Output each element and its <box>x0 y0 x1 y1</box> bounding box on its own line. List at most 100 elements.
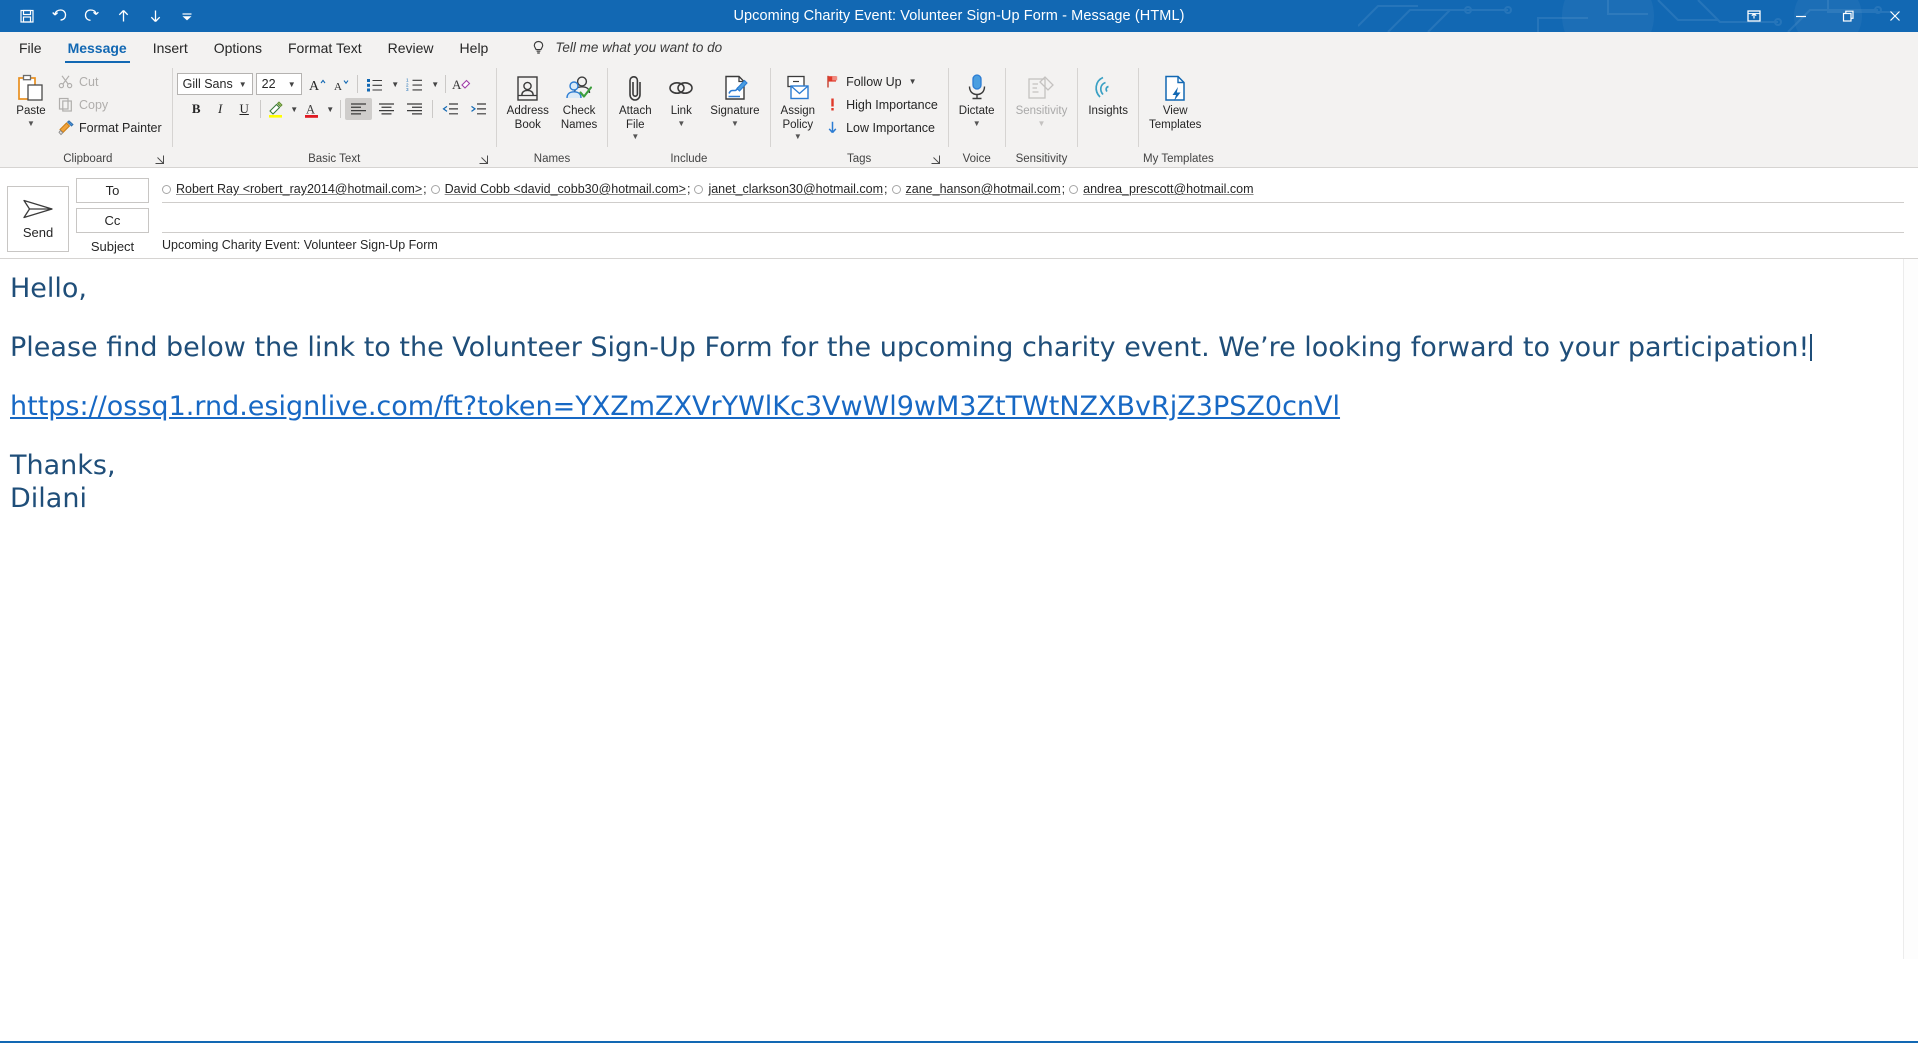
recipient-chip[interactable]: janet_clarkson30@hotmail.com; <box>694 182 891 196</box>
tab-insert[interactable]: Insert <box>140 32 201 63</box>
tell-me-search[interactable]: Tell me what you want to do <box>531 32 722 63</box>
increase-indent-button[interactable] <box>465 98 492 120</box>
link-dropdown-caret[interactable]: ▼ <box>677 119 685 127</box>
grow-font-button[interactable]: A <box>306 73 329 95</box>
svg-text:A: A <box>452 77 462 92</box>
ribbon-group-include: Attach File ▼ Link ▼ Signature ▼ Include <box>608 63 769 167</box>
recipient-separator: ; <box>884 182 888 196</box>
cc-button[interactable]: Cc <box>76 208 149 233</box>
tab-help-label: Help <box>459 39 489 56</box>
message-body[interactable]: Hello, Please find below the link to the… <box>0 259 1918 959</box>
svg-text:A: A <box>334 81 342 93</box>
presence-indicator-icon <box>891 184 901 194</box>
recipient-chip[interactable]: zane_hanson@hotmail.com; <box>891 182 1070 196</box>
signature-dropdown-caret[interactable]: ▼ <box>731 119 739 127</box>
insights-button[interactable]: Insights <box>1082 67 1134 121</box>
high-importance-button[interactable]: High Importance <box>821 94 944 115</box>
minimize-icon[interactable] <box>1777 0 1824 32</box>
tab-options[interactable]: Options <box>201 32 275 63</box>
restore-icon[interactable] <box>1824 0 1871 32</box>
sensitivity-button[interactable]: Sensitivity ▼ <box>1010 67 1074 129</box>
paste-dropdown-caret[interactable]: ▼ <box>27 119 35 127</box>
close-icon[interactable] <box>1871 0 1918 32</box>
font-size-input[interactable]: 22 ▼ <box>255 73 302 95</box>
ribbon-display-options-icon[interactable] <box>1730 0 1777 32</box>
tab-help[interactable]: Help <box>447 32 502 63</box>
assign-policy-label: Assign Policy <box>780 105 816 131</box>
numbering-button[interactable]: 1 2 3 <box>402 73 429 95</box>
signup-form-link[interactable]: https://ossq1.rnd.esignlive.com/ft?token… <box>10 391 1340 422</box>
sensitivity-dropdown-caret[interactable]: ▼ <box>1038 119 1046 127</box>
body-scrollbar[interactable] <box>1903 259 1918 959</box>
ribbon-group-names: Address Book Check Names Names <box>497 63 608 167</box>
font-name-dropdown-caret[interactable]: ▼ <box>236 80 250 89</box>
decrease-indent-button[interactable] <box>437 98 464 120</box>
numbering-dropdown-caret[interactable]: ▼ <box>430 80 441 89</box>
recipient-name: David Cobb <david_cobb30@hotmail.com> <box>444 182 686 196</box>
send-button[interactable]: Send <box>7 186 69 252</box>
align-center-button[interactable] <box>373 98 400 120</box>
tags-dialog-launcher[interactable] <box>929 153 942 166</box>
copy-button[interactable]: Copy <box>54 94 168 115</box>
check-names-button[interactable]: Check Names <box>555 67 603 134</box>
font-name-input[interactable]: Gill Sans M ▼ <box>176 73 253 95</box>
paste-button[interactable]: Paste ▼ <box>8 67 54 129</box>
tab-review[interactable]: Review <box>375 32 447 63</box>
basic-text-dialog-launcher[interactable] <box>477 153 490 166</box>
font-color-button[interactable]: A <box>301 98 324 120</box>
customize-quick-access-toolbar-icon[interactable] <box>172 3 202 29</box>
recipient-chip[interactable]: David Cobb <david_cobb30@hotmail.com>; <box>430 182 695 196</box>
follow-up-button[interactable]: Follow Up ▼ <box>821 71 944 92</box>
save-icon[interactable] <box>12 3 42 29</box>
text-highlight-color-button[interactable] <box>265 98 288 120</box>
next-item-icon[interactable] <box>140 3 170 29</box>
clipboard-dialog-launcher[interactable] <box>153 153 166 166</box>
attach-file-dropdown-caret[interactable]: ▼ <box>631 133 639 141</box>
view-templates-button[interactable]: View Templates <box>1143 67 1207 134</box>
subject-input[interactable]: Upcoming Charity Event: Volunteer Sign-U… <box>162 238 1904 254</box>
attach-file-button[interactable]: Attach File ▼ <box>612 67 658 142</box>
to-label: To <box>105 183 120 198</box>
clear-formatting-button[interactable]: A <box>450 73 473 95</box>
recipient-separator: ; <box>423 182 427 196</box>
to-button[interactable]: To <box>76 178 149 203</box>
signature-button[interactable]: Signature ▼ <box>704 67 765 129</box>
follow-up-dropdown-caret[interactable]: ▼ <box>909 77 917 86</box>
link-button[interactable]: Link ▼ <box>658 67 704 129</box>
font-size-value: 22 <box>261 77 276 91</box>
tags-group-label-text: Tags <box>847 152 872 165</box>
bullets-button[interactable] <box>362 73 389 95</box>
font-color-dropdown-caret[interactable]: ▼ <box>325 105 336 114</box>
recipient-chip[interactable]: andrea_prescott@hotmail.com <box>1069 182 1254 196</box>
font-size-dropdown-caret[interactable]: ▼ <box>285 80 299 89</box>
assign-policy-button[interactable]: Assign Policy ▼ <box>775 67 822 142</box>
tab-format-text[interactable]: Format Text <box>275 32 375 63</box>
address-book-button[interactable]: Address Book <box>501 67 555 134</box>
tab-message[interactable]: Message <box>55 32 140 63</box>
align-left-button[interactable] <box>344 98 372 120</box>
align-right-button[interactable] <box>401 98 428 120</box>
dictate-button[interactable]: Dictate ▼ <box>953 67 1001 129</box>
tab-file[interactable]: File <box>6 32 55 63</box>
shrink-font-button[interactable]: A <box>330 73 353 95</box>
dictate-dropdown-caret[interactable]: ▼ <box>973 119 981 127</box>
undo-icon[interactable] <box>44 3 74 29</box>
assign-policy-dropdown-caret[interactable]: ▼ <box>794 133 802 141</box>
bullets-dropdown-caret[interactable]: ▼ <box>390 80 401 89</box>
address-book-icon <box>513 71 542 105</box>
presence-indicator-icon <box>162 184 171 194</box>
tags-group-label: Tags <box>775 150 944 167</box>
to-input[interactable]: Robert Ray <robert_ray2014@hotmail.com>;… <box>162 178 1904 203</box>
cut-button[interactable]: Cut <box>54 71 168 92</box>
cc-input[interactable] <box>162 208 1904 233</box>
low-importance-button[interactable]: Low Importance <box>821 117 944 138</box>
previous-item-icon[interactable] <box>108 3 138 29</box>
bold-button[interactable]: B <box>185 98 208 120</box>
format-painter-button[interactable]: Format Painter <box>54 117 168 138</box>
italic-button[interactable]: I <box>209 98 232 120</box>
title-bar: Upcoming Charity Event: Volunteer Sign-U… <box>0 0 1918 32</box>
redo-icon[interactable] <box>76 3 106 29</box>
recipient-chip[interactable]: Robert Ray <robert_ray2014@hotmail.com>; <box>162 182 431 196</box>
highlight-dropdown-caret[interactable]: ▼ <box>289 105 300 114</box>
underline-button[interactable]: U <box>233 98 256 120</box>
